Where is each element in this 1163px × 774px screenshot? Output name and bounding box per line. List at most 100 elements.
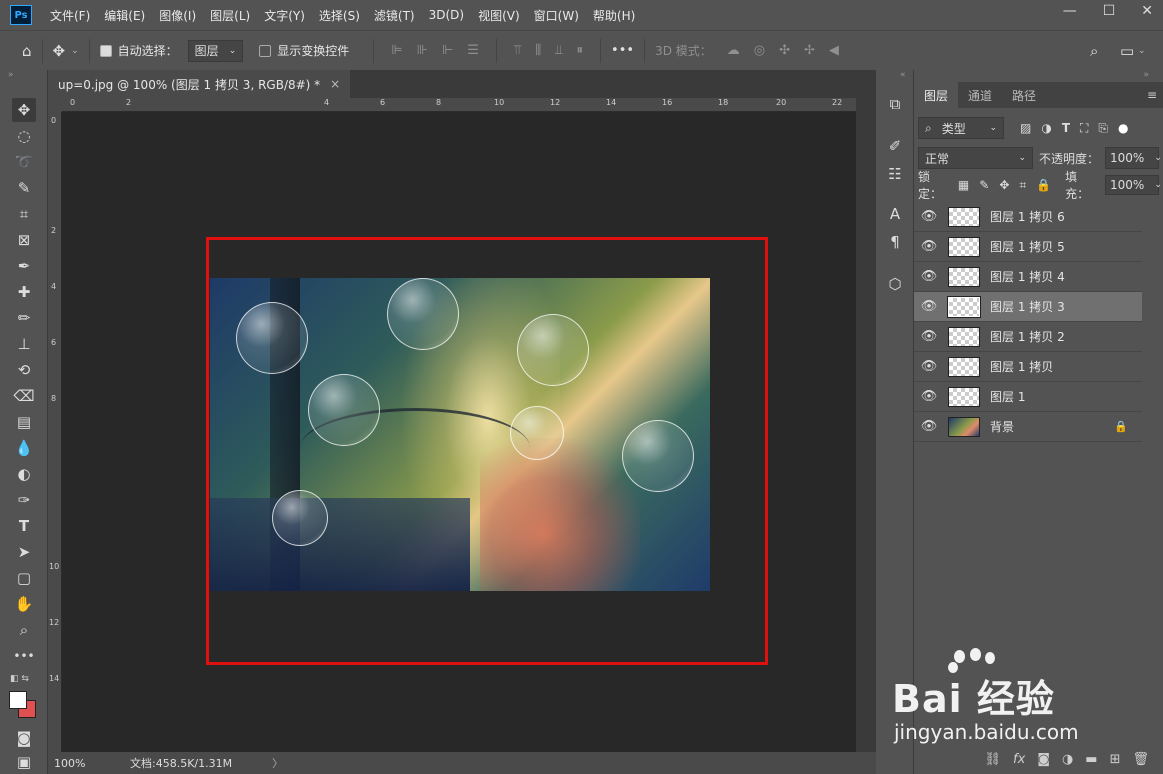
menu-type[interactable]: 文字(Y) bbox=[264, 7, 305, 24]
minimize-button[interactable]: — bbox=[1063, 3, 1077, 19]
filter-toggle-icon[interactable]: ● bbox=[1118, 121, 1128, 135]
close-button[interactable]: ✕ bbox=[1141, 3, 1153, 19]
fill-input[interactable]: 100% ⌄ bbox=[1105, 175, 1162, 195]
rectangle-tool-icon[interactable]: ▢ bbox=[12, 566, 36, 590]
status-menu-arrow[interactable]: 〉 bbox=[272, 755, 283, 771]
pen-tool-icon[interactable]: ✑ bbox=[12, 488, 36, 512]
workspace-icon[interactable]: ▭ bbox=[1120, 42, 1134, 60]
screen-mode-icon[interactable]: ▣ bbox=[12, 750, 36, 774]
paragraph-panel-icon[interactable]: ¶ bbox=[883, 230, 907, 254]
3d-orbit-icon[interactable]: ☁ bbox=[727, 43, 740, 58]
menu-file[interactable]: 文件(F) bbox=[50, 7, 90, 24]
filter-kind-dropdown[interactable]: ⌕ 类型 ⌄ bbox=[918, 117, 1004, 139]
more-tools-icon[interactable]: ••• bbox=[12, 644, 36, 668]
distribute-icon[interactable]: ☰ bbox=[467, 43, 479, 58]
hand-tool-icon[interactable]: ✋ bbox=[12, 592, 36, 616]
zoom-tool-icon[interactable]: ⌕ bbox=[12, 618, 36, 642]
menu-window[interactable]: 窗口(W) bbox=[534, 7, 579, 24]
vertical-scrollbar[interactable] bbox=[856, 98, 876, 752]
dodge-tool-icon[interactable]: ◐ bbox=[12, 462, 36, 486]
new-adjustment-layer-icon[interactable]: ◑ bbox=[1062, 752, 1073, 767]
quick-select-tool-icon[interactable]: ✎ bbox=[12, 176, 36, 200]
default-colors-icon[interactable]: ◧ ⇆ bbox=[10, 674, 29, 684]
search-icon[interactable]: ⌕ bbox=[1090, 42, 1098, 60]
adjustments-icon[interactable]: ☷ bbox=[883, 162, 907, 186]
layer-row[interactable]: 👁 图层 1 拷贝 4 bbox=[914, 262, 1142, 292]
opacity-input[interactable]: 100% ⌄ bbox=[1105, 147, 1162, 169]
panel-menu-icon[interactable]: ≡ bbox=[1147, 88, 1157, 102]
eraser-tool-icon[interactable]: ⌫ bbox=[12, 384, 36, 408]
zoom-level[interactable]: 100% bbox=[54, 757, 114, 770]
character-panel-icon[interactable]: A bbox=[883, 202, 907, 226]
marquee-tool-icon[interactable]: ◌ bbox=[12, 124, 36, 148]
type-filter-icon[interactable]: T bbox=[1062, 121, 1070, 135]
blur-tool-icon[interactable]: 💧 bbox=[12, 436, 36, 460]
layer-row[interactable]: 👁 图层 1 拷贝 bbox=[914, 352, 1142, 382]
eye-icon[interactable]: 👁 bbox=[914, 269, 944, 284]
gradient-tool-icon[interactable]: ▤ bbox=[12, 410, 36, 434]
collapse-icon[interactable]: » bbox=[8, 70, 14, 80]
restore-button[interactable]: ☐ bbox=[1103, 3, 1116, 19]
collapse-panel-icon[interactable]: » bbox=[1143, 70, 1149, 80]
align-center-icon[interactable]: ⊪ bbox=[417, 43, 428, 58]
pixel-filter-icon[interactable]: ▨ bbox=[1020, 121, 1031, 135]
3d-slide-icon[interactable]: ✢ bbox=[804, 43, 815, 58]
lock-image-icon[interactable]: ✎ bbox=[979, 178, 989, 192]
distribute-vertical-icon[interactable]: ⏸ bbox=[577, 43, 584, 58]
menu-filter[interactable]: 滤镜(T) bbox=[374, 7, 415, 24]
lock-icon[interactable]: 🔒 bbox=[1114, 420, 1128, 433]
eye-icon[interactable]: 👁 bbox=[914, 389, 944, 404]
layer-row-selected[interactable]: 👁 图层 1 拷贝 3 bbox=[914, 292, 1142, 322]
shape-filter-icon[interactable]: ⛶ bbox=[1080, 121, 1088, 136]
brush-tool-icon[interactable]: ✏ bbox=[12, 306, 36, 330]
horizontal-ruler[interactable]: 0 2 4 6 8 10 12 14 16 18 20 22 bbox=[62, 98, 856, 112]
tab-channels[interactable]: 通道 bbox=[958, 82, 1002, 108]
eye-icon[interactable]: 👁 bbox=[914, 239, 944, 254]
layer-row[interactable]: 👁 图层 1 拷贝 2 bbox=[914, 322, 1142, 352]
menu-view[interactable]: 视图(V) bbox=[478, 7, 520, 24]
type-tool-icon[interactable]: T bbox=[12, 514, 36, 538]
layer-row[interactable]: 👁 图层 1 拷贝 5 bbox=[914, 232, 1142, 262]
lock-transparent-icon[interactable]: ▦ bbox=[958, 178, 969, 192]
layer-style-icon[interactable]: fx bbox=[1013, 752, 1025, 767]
new-group-icon[interactable]: ▬ bbox=[1085, 752, 1097, 767]
blend-mode-dropdown[interactable]: 正常 ⌄ bbox=[918, 147, 1033, 169]
menu-select[interactable]: 选择(S) bbox=[319, 7, 360, 24]
adjustment-filter-icon[interactable]: ◑ bbox=[1041, 121, 1051, 135]
crop-tool-icon[interactable]: ⌗ bbox=[12, 202, 36, 226]
align-left-icon[interactable]: ⊫ bbox=[391, 43, 402, 58]
vertical-ruler[interactable]: 0 2 4 6 8 10 12 14 bbox=[48, 112, 62, 752]
lock-artboard-icon[interactable]: ⌗ bbox=[1019, 178, 1026, 193]
eye-icon[interactable]: 👁 bbox=[914, 359, 944, 374]
eye-icon[interactable]: 👁 bbox=[914, 419, 944, 434]
layer-row[interactable]: 👁 图层 1 拷贝 6 bbox=[914, 202, 1142, 232]
healing-brush-tool-icon[interactable]: ✚ bbox=[12, 280, 36, 304]
history-brush-tool-icon[interactable]: ⟲ bbox=[12, 358, 36, 382]
menu-layer[interactable]: 图层(L) bbox=[210, 7, 250, 24]
align-right-icon[interactable]: ⊩ bbox=[442, 43, 453, 58]
chevron-down-icon[interactable]: ⌄ bbox=[71, 46, 79, 56]
move-tool-icon[interactable]: ✥ bbox=[53, 42, 66, 60]
close-tab-icon[interactable]: × bbox=[330, 77, 340, 91]
3d-pan-icon[interactable]: ✣ bbox=[779, 43, 790, 58]
eye-icon[interactable]: 👁 bbox=[914, 329, 944, 344]
delete-layer-icon[interactable]: 🗑 bbox=[1132, 752, 1149, 767]
eye-icon[interactable]: 👁 bbox=[914, 209, 944, 224]
frame-tool-icon[interactable]: ⊠ bbox=[12, 228, 36, 252]
brush-settings-icon[interactable]: ✐ bbox=[883, 134, 907, 158]
layer-row[interactable]: 👁 图层 1 bbox=[914, 382, 1142, 412]
show-transform-checkbox[interactable] bbox=[259, 44, 272, 57]
auto-select-checkbox[interactable] bbox=[99, 44, 112, 57]
auto-select-target-dropdown[interactable]: 图层 ⌄ bbox=[187, 39, 244, 62]
tab-paths[interactable]: 路径 bbox=[1002, 82, 1046, 108]
align-top-icon[interactable]: ⫪ bbox=[514, 43, 521, 58]
3d-camera-icon[interactable]: ◀ bbox=[829, 43, 839, 58]
expand-icon[interactable]: « bbox=[900, 70, 906, 80]
3d-roll-icon[interactable]: ◎ bbox=[754, 43, 765, 58]
eyedropper-tool-icon[interactable]: ✒ bbox=[12, 254, 36, 278]
menu-3d[interactable]: 3D(D) bbox=[429, 8, 464, 22]
align-bottom-icon[interactable]: ⫫ bbox=[555, 43, 562, 58]
lock-all-icon[interactable]: 🔒 bbox=[1036, 178, 1051, 192]
menu-help[interactable]: 帮助(H) bbox=[593, 7, 635, 24]
history-panel-icon[interactable]: ⧉ bbox=[883, 92, 907, 116]
